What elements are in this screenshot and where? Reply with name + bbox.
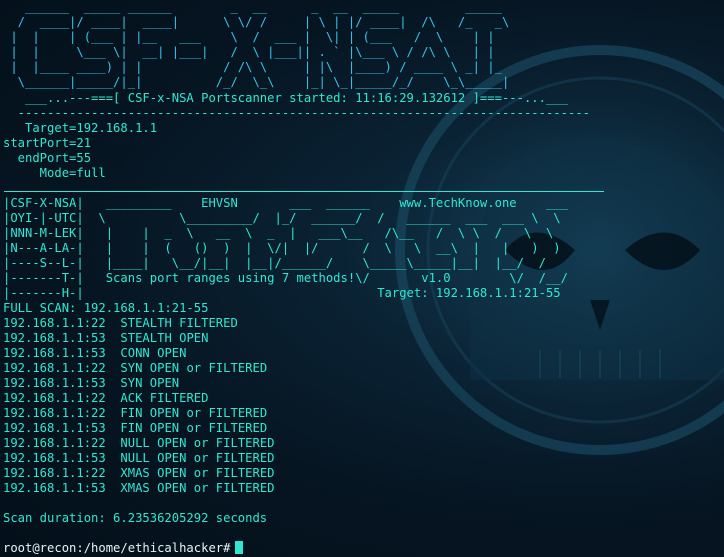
result-host: 192.168.1.1:53 bbox=[3, 331, 106, 345]
dash-separator: ----------------------------------------… bbox=[3, 106, 590, 120]
result-host: 192.168.1.1:22 bbox=[3, 361, 106, 375]
result-status: XMAS OPEN or FILTERED bbox=[120, 466, 275, 480]
result-row: 192.168.1.1:22 SYN OPEN or FILTERED bbox=[3, 361, 724, 376]
result-status: ACK FILTERED bbox=[120, 391, 209, 405]
banner-line: | | | (___ | |__ ___ \ / ___ | \| | (___… bbox=[3, 30, 510, 44]
result-row: 192.168.1.1:53 STEALTH OPEN bbox=[3, 331, 724, 346]
result-status: SYN OPEN or FILTERED bbox=[120, 361, 268, 375]
logo-line: |-------T-| Scans port ranges using 7 me… bbox=[3, 271, 568, 285]
horizontal-rule bbox=[3, 181, 724, 196]
logo-line: |-------H-| Target: 192.168.1.1:21-55 bbox=[3, 286, 561, 300]
terminal-output: ______ _____ ______ _ __ _ __ _____ ____… bbox=[3, 0, 724, 557]
result-row: 192.168.1.1:22 XMAS OPEN or FILTERED bbox=[3, 466, 724, 481]
result-status: STEALTH OPEN bbox=[120, 331, 209, 345]
result-status: NULL OPEN or FILTERED bbox=[120, 451, 275, 465]
result-status: FIN OPEN or FILTERED bbox=[120, 421, 268, 435]
result-row: 192.168.1.1:53 SYN OPEN bbox=[3, 376, 724, 391]
result-status: SYN OPEN bbox=[120, 376, 180, 390]
start-banner: ___...---===[ CSF-x-NSA Portscanner star… bbox=[3, 91, 568, 105]
result-status: XMAS OPEN or FILTERED bbox=[120, 481, 275, 495]
banner-line: | |____ ____) | | / /\ \ | |\ |____) / _… bbox=[3, 60, 510, 74]
result-host: 192.168.1.1:22 bbox=[3, 316, 106, 330]
banner-line: \______|_____/|_| /_/ \_\ |_| \_|_____/_… bbox=[3, 75, 510, 89]
results-list: 192.168.1.1:22 STEALTH FILTERED 192.168.… bbox=[3, 316, 724, 496]
result-host: 192.168.1.1:22 bbox=[3, 391, 106, 405]
param-target: Target=192.168.1.1 bbox=[3, 121, 158, 135]
terminal-window[interactable]: ______ _____ ______ _ __ _ __ _____ ____… bbox=[0, 0, 724, 557]
banner-line: / ____|/ ____| ____| \ \/ / | \ | |/ ___… bbox=[3, 15, 510, 29]
result-host: 192.168.1.1:53 bbox=[3, 346, 106, 360]
result-status: FIN OPEN or FILTERED bbox=[120, 406, 268, 420]
result-status: NULL OPEN or FILTERED bbox=[120, 436, 275, 450]
param-mode: Mode=full bbox=[3, 166, 106, 180]
result-row: 192.168.1.1:53 FIN OPEN or FILTERED bbox=[3, 421, 724, 436]
banner-line: | | \___ \| __| |___| / \ |___|| . ` |\_… bbox=[3, 45, 510, 59]
result-status: CONN OPEN bbox=[120, 346, 187, 360]
result-row: 192.168.1.1:53 CONN OPEN bbox=[3, 346, 724, 361]
logo-line: |NNN-M-LEK| | | _ \ __ \ _ | ___\__ /\__… bbox=[3, 226, 554, 240]
scan-header: FULL SCAN: 192.168.1.1:21-55 bbox=[3, 301, 209, 315]
result-row: 192.168.1.1:22 STEALTH FILTERED bbox=[3, 316, 724, 331]
result-host: 192.168.1.1:22 bbox=[3, 406, 106, 420]
prompt-text: root@recon:/home/ethicalhacker# bbox=[3, 541, 231, 555]
param-end-port: endPort=55 bbox=[3, 151, 92, 165]
logo-line: |CSF-X-NSA| _________ EHVSN ___ ______ w… bbox=[3, 196, 568, 210]
result-row: 192.168.1.1:22 FIN OPEN or FILTERED bbox=[3, 406, 724, 421]
logo-line: |N---A-LA-| | | ( () ) | \/| |/ / \ \ __… bbox=[3, 241, 561, 255]
result-row: 192.168.1.1:22 ACK FILTERED bbox=[3, 391, 724, 406]
result-row: 192.168.1.1:53 NULL OPEN or FILTERED bbox=[3, 451, 724, 466]
result-host: 192.168.1.1:22 bbox=[3, 436, 106, 450]
logo-line: |----S--L-| |____| \__/|__| |__|/______/… bbox=[3, 256, 546, 270]
result-host: 192.168.1.1:53 bbox=[3, 421, 106, 435]
text-cursor[interactable] bbox=[235, 541, 244, 554]
result-row: 192.168.1.1:53 XMAS OPEN or FILTERED bbox=[3, 481, 724, 496]
ascii-logo-block: |CSF-X-NSA| _________ EHVSN ___ ______ w… bbox=[3, 196, 724, 301]
command-prompt[interactable]: root@recon:/home/ethicalhacker# bbox=[3, 541, 724, 556]
banner-line: ______ _____ ______ _ __ _ __ _____ ____… bbox=[3, 0, 510, 14]
result-host: 192.168.1.1:53 bbox=[3, 451, 106, 465]
result-host: 192.168.1.1:53 bbox=[3, 376, 106, 390]
result-status: STEALTH FILTERED bbox=[120, 316, 238, 330]
result-host: 192.168.1.1:53 bbox=[3, 481, 106, 495]
scan-duration: Scan duration: 6.23536205292 seconds bbox=[3, 511, 268, 525]
logo-line: |OYI-|-UTC| \ \_________/ |_/ ______/ / … bbox=[3, 211, 561, 225]
result-host: 192.168.1.1:22 bbox=[3, 466, 106, 480]
param-start-port: startPort=21 bbox=[3, 136, 92, 150]
result-row: 192.168.1.1:22 NULL OPEN or FILTERED bbox=[3, 436, 724, 451]
ascii-banner: ______ _____ ______ _ __ _ __ _____ ____… bbox=[3, 0, 724, 90]
